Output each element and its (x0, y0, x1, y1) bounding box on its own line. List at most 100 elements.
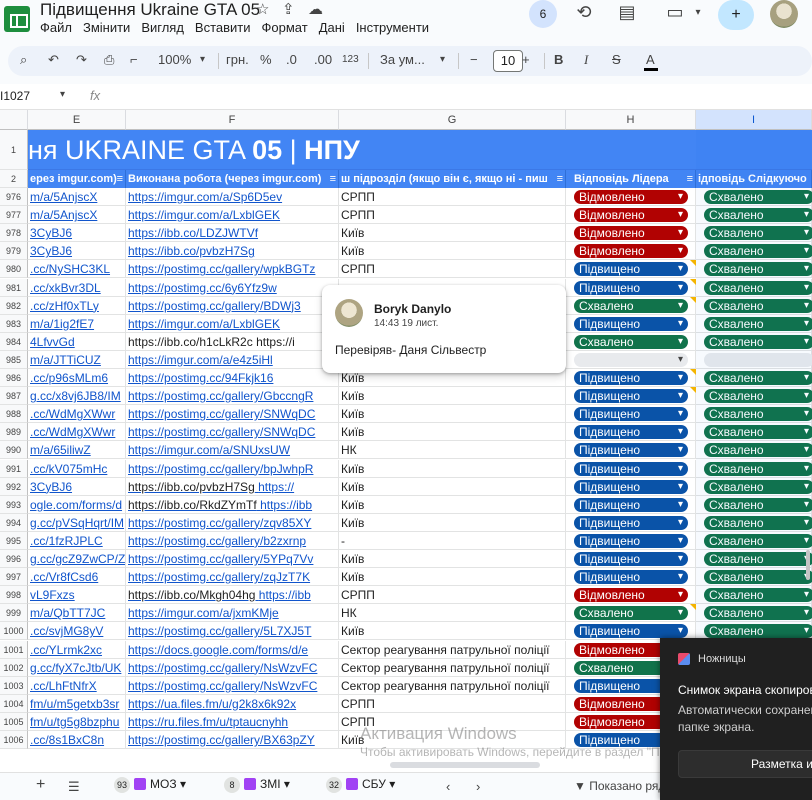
status-chip-follower[interactable]: Схвалено (704, 570, 812, 585)
cell-e[interactable]: .cc/svjMG8yV (28, 622, 126, 641)
cell-e[interactable]: vL9Fxzs (28, 586, 126, 605)
number-format-button[interactable]: 123 (342, 54, 359, 65)
select-all-corner[interactable] (0, 110, 28, 130)
document-title[interactable]: Підвищення Ukraine GTA 05 (40, 0, 260, 20)
status-chip-follower[interactable]: Схвалено (704, 280, 812, 295)
row-header[interactable]: 986 (0, 369, 28, 387)
cell-f[interactable]: https://postimg.cc/94Fkjk16 (126, 369, 339, 387)
row-header[interactable]: 983 (0, 314, 28, 333)
row-header[interactable]: 992 (0, 477, 28, 496)
status-chip-leader[interactable] (574, 352, 688, 367)
header-cell-e[interactable]: ерез imgur.com) ≡ (28, 170, 126, 188)
cell-f-link[interactable]: https://ibb (259, 588, 311, 602)
cell-f[interactable]: https://docs.google.com/forms/d/e (126, 640, 339, 659)
cell-g[interactable]: Сектор реагування патрульної поліції (339, 658, 566, 677)
markup-button[interactable]: Разметка и (678, 750, 812, 778)
column-header-f[interactable]: F (126, 110, 339, 130)
cell-e[interactable]: m/a/5AnjscX (28, 206, 126, 225)
search-menus-icon[interactable]: ⌕ (20, 52, 27, 68)
row-header[interactable]: 991 (0, 459, 28, 478)
row-header[interactable]: 1000 (0, 622, 28, 641)
cell-e[interactable]: g.cc/gcZ9ZwCP/Z (28, 550, 126, 568)
status-chip-leader[interactable]: Підвищено (574, 497, 688, 512)
increase-decimals-button[interactable]: .00 (314, 52, 332, 67)
status-chip-leader[interactable]: Підвищено (574, 371, 688, 385)
cell-f[interactable]: https://ibb.co/RkdZYmTf https://ibb (126, 495, 339, 514)
row-header[interactable]: 979 (0, 242, 28, 261)
cell-e[interactable]: m/a/QbTT7JC (28, 604, 126, 623)
cell-f[interactable]: https://imgur.com/a/Sp6D5ev (126, 188, 339, 206)
row-header[interactable]: 987 (0, 387, 28, 406)
cell-e[interactable]: fm/u/m5getxb3sr (28, 694, 126, 713)
status-chip-leader[interactable]: Підвищено (574, 552, 688, 566)
cell-f[interactable]: https://ru.files.fm/u/tptaucnyhh (126, 712, 339, 731)
cell-e[interactable]: m/a/5AnjscX (28, 188, 126, 206)
cell-f-link[interactable]: https:// (258, 480, 294, 494)
cell-g[interactable]: СРПП (339, 694, 566, 713)
chevron-down-icon[interactable]: ▾ (389, 777, 395, 791)
row-header[interactable]: 985 (0, 350, 28, 369)
cell-e[interactable]: .cc/1fzRJPLC (28, 531, 126, 550)
menu-data[interactable]: Дані (319, 20, 345, 35)
cell-g[interactable]: НК (339, 604, 566, 623)
cell-e[interactable]: 3CyBJ6 (28, 224, 126, 243)
row-header[interactable]: 980 (0, 260, 28, 279)
cell-e[interactable]: ogle.com/forms/d (28, 495, 126, 514)
cell-g[interactable]: СРПП (339, 188, 566, 206)
cell-f[interactable]: https://ua.files.fm/u/g2k8x6k92x (126, 694, 339, 713)
cell-e[interactable]: .cc/LhFtNfrX (28, 676, 126, 695)
row-header[interactable]: 998 (0, 586, 28, 605)
cell-e[interactable]: .cc/p96sMLm6 (28, 369, 126, 387)
cell-f[interactable]: https://ibb.co/pvbzH7Sg (126, 242, 339, 261)
filter-icon[interactable]: ≡ (330, 170, 336, 188)
status-chip-follower[interactable]: Схвалено (704, 389, 812, 404)
row-header[interactable]: 982 (0, 296, 28, 315)
cell-f-link[interactable]: https://ibb (260, 498, 312, 512)
cell-e[interactable]: .cc/kV075mHc (28, 459, 126, 478)
cell-f[interactable]: https://ibb.co/Mkgh04hg https://ibb (126, 586, 339, 605)
status-chip-leader[interactable]: Підвищено (574, 533, 688, 548)
status-chip-follower[interactable]: Схвалено (704, 316, 812, 331)
cell-g[interactable]: Київ (339, 405, 566, 424)
font-size-input[interactable]: 10 (493, 50, 523, 72)
cell-f[interactable]: https://postimg.cc/gallery/GbccngR (126, 387, 339, 406)
name-box[interactable]: I1027 (0, 89, 30, 103)
cell-e[interactable]: 3CyBJ6 (28, 242, 126, 261)
chevron-down-icon[interactable]: ▾ (200, 54, 205, 65)
cell-g[interactable]: Сектор реагування патрульної поліції (339, 640, 566, 659)
share-button[interactable]: + (718, 0, 754, 30)
row-header[interactable]: 997 (0, 568, 28, 587)
cell-f[interactable]: https://imgur.com/a/jxmKMje (126, 604, 339, 623)
cell-f[interactable]: https://postimg.cc/gallery/BDWj3 (126, 296, 339, 315)
text-color-button[interactable]: A (646, 52, 655, 67)
move-to-folder-icon[interactable]: ⇪ (282, 0, 295, 18)
sheet-tab-zmi[interactable]: 8 ЗМІ ▾ (224, 777, 290, 797)
cell-f[interactable]: https://ibb.co/pvbzH7Sg https:// (126, 477, 339, 496)
meet-dropdown-icon[interactable]: ▾ (686, 7, 710, 18)
chevron-down-icon[interactable]: ▾ (180, 777, 186, 791)
filter-icon[interactable]: ≡ (117, 170, 123, 188)
row-header[interactable]: 1003 (0, 676, 28, 695)
status-chip-leader[interactable]: Відмовлено (574, 244, 688, 259)
cell-f[interactable]: https://imgur.com/a/LxblGEK (126, 314, 339, 333)
add-sheet-button[interactable]: + (36, 776, 45, 794)
row-header[interactable]: 989 (0, 423, 28, 442)
cell-g[interactable]: Сектор реагування патрульної поліції (339, 676, 566, 695)
row-header[interactable]: 1005 (0, 712, 28, 731)
status-chip-follower[interactable]: Схвалено (704, 624, 812, 639)
cell-f[interactable]: https://imgur.com/a/SNUxsUW (126, 441, 339, 460)
header-cell-h[interactable]: Відповідь Лідера ≡ (566, 170, 696, 188)
row-header[interactable]: 999 (0, 604, 28, 623)
star-icon[interactable]: ☆ (256, 0, 269, 18)
snipping-tool-notification[interactable]: Ножницы Снимок экрана скопиров Автоматич… (660, 638, 812, 800)
chevron-down-icon[interactable]: ▾ (440, 54, 445, 65)
status-chip-follower[interactable]: Схвалено (704, 552, 812, 566)
row-header[interactable]: 1 (0, 130, 28, 170)
row-header[interactable]: 1002 (0, 658, 28, 677)
cell-f[interactable]: https://postimg.cc/gallery/zqv85XY (126, 513, 339, 532)
cell-g[interactable]: Київ (339, 224, 566, 243)
status-chip-leader[interactable]: Підвищено (574, 407, 688, 422)
column-header-h[interactable]: H (566, 110, 696, 130)
row-header[interactable]: 978 (0, 224, 28, 243)
cell-f[interactable]: https://postimg.cc/gallery/SNWqDC (126, 423, 339, 442)
